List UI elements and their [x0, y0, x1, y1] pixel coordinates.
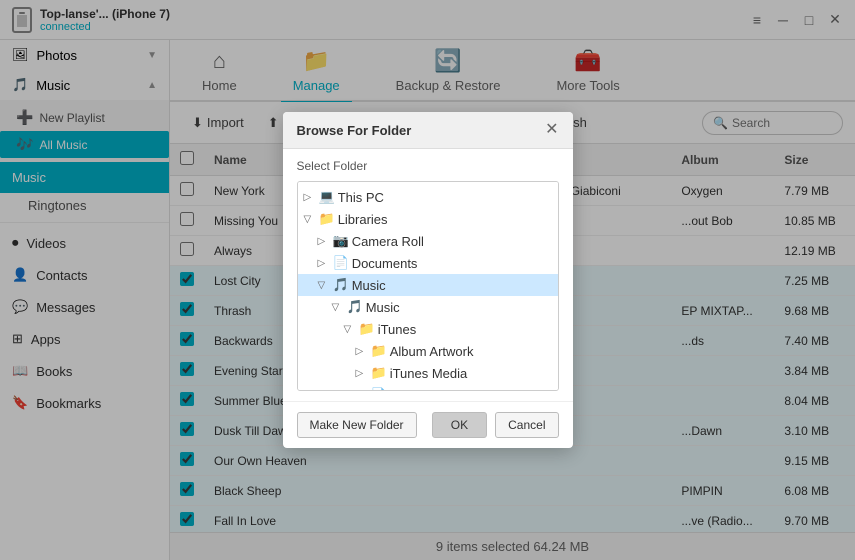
tree-item-label: iTunes Media	[390, 366, 468, 381]
modal-footer: Make New Folder OK Cancel	[283, 401, 573, 448]
expand-icon: ▽	[344, 324, 356, 335]
modal-overlay[interactable]: Browse For Folder ✕ Select Folder ▷ 💻 Th…	[0, 0, 855, 560]
tree-item-label: Previous iTunes Libraries	[390, 388, 536, 392]
expand-icon: ▽	[332, 302, 344, 313]
tree-item[interactable]: ▷ 📁 iTunes Media	[298, 362, 558, 384]
tree-item-label: Music	[366, 300, 400, 315]
tree-item-label: This PC	[338, 190, 384, 205]
expand-icon: ▷	[356, 368, 368, 379]
folder-icon: 📁	[319, 211, 335, 227]
make-new-folder-button[interactable]: Make New Folder	[297, 412, 417, 438]
browse-folder-modal: Browse For Folder ✕ Select Folder ▷ 💻 Th…	[283, 112, 573, 448]
tree-item[interactable]: ▷ 📷 Camera Roll	[298, 230, 558, 252]
expand-icon: ▷	[304, 192, 316, 203]
folder-icon: 📷	[333, 233, 349, 249]
ok-button[interactable]: OK	[432, 412, 487, 438]
modal-close-button[interactable]: ✕	[545, 122, 558, 138]
cancel-button[interactable]: Cancel	[495, 412, 558, 438]
tree-item[interactable]: ▽ 📁 iTunes	[298, 318, 558, 340]
modal-body: Select Folder ▷ 💻 This PC ▽ 📁 Libraries …	[283, 149, 573, 401]
folder-icon: 📁	[371, 343, 387, 359]
tree-item[interactable]: ▷ 💻 This PC	[298, 186, 558, 208]
modal-header: Browse For Folder ✕	[283, 112, 573, 149]
expand-icon: ▷	[318, 236, 330, 247]
expand-icon: ▽	[318, 280, 330, 291]
modal-title: Browse For Folder	[297, 123, 412, 138]
expand-icon: ▽	[304, 214, 316, 225]
folder-icon: 📁	[371, 365, 387, 381]
tree-item[interactable]: ▽ 📁 Libraries	[298, 208, 558, 230]
folder-icon: 📄	[371, 387, 387, 391]
folder-tree[interactable]: ▷ 💻 This PC ▽ 📁 Libraries ▷ 📷 Camera Rol…	[297, 181, 559, 391]
tree-item[interactable]: 📄 Previous iTunes Libraries	[298, 384, 558, 391]
tree-item[interactable]: ▷ 📁 Album Artwork	[298, 340, 558, 362]
tree-item-label: Album Artwork	[390, 344, 474, 359]
folder-icon: 🎵	[333, 277, 349, 293]
folder-icon: 🎵	[347, 299, 363, 315]
folder-icon: 💻	[319, 189, 335, 205]
folder-icon: 📁	[359, 321, 375, 337]
tree-item[interactable]: ▽ 🎵 Music	[298, 274, 558, 296]
tree-item-label: iTunes	[378, 322, 417, 337]
tree-item-label: Music	[352, 278, 386, 293]
tree-item-label: Camera Roll	[352, 234, 424, 249]
tree-item-label: Documents	[352, 256, 418, 271]
tree-item[interactable]: ▷ 📄 Documents	[298, 252, 558, 274]
folder-icon: 📄	[333, 255, 349, 271]
modal-footer-right: OK Cancel	[432, 412, 559, 438]
tree-item[interactable]: ▽ 🎵 Music	[298, 296, 558, 318]
select-folder-label: Select Folder	[297, 159, 559, 173]
expand-icon: ▷	[318, 258, 330, 269]
tree-item-label: Libraries	[338, 212, 388, 227]
expand-icon: ▷	[356, 346, 368, 357]
